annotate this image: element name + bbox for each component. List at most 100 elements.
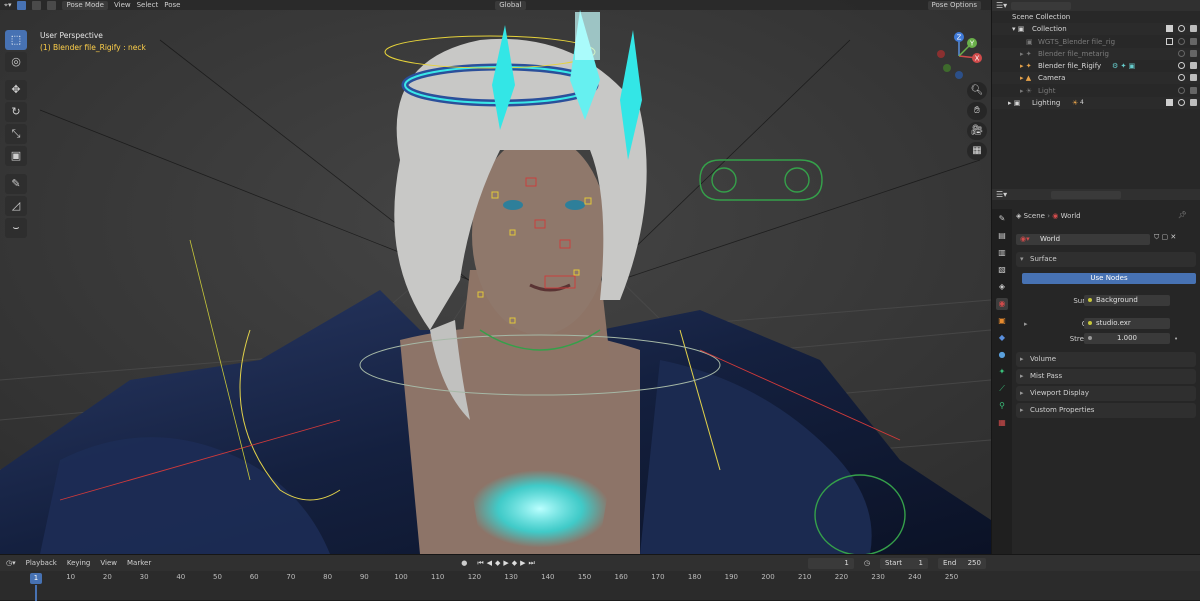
outliner-editor-icon[interactable]: ☰▾ bbox=[996, 1, 1007, 10]
menu-marker[interactable]: Marker bbox=[127, 559, 151, 567]
strength-field[interactable]: 1.000 bbox=[1084, 333, 1170, 344]
outliner-row-rigify[interactable]: ▸ ✦ Blender file_Rigify ⚙ ✦ ▣ bbox=[992, 60, 1200, 72]
cursor-tool-icon[interactable]: ◎ bbox=[5, 52, 27, 72]
render-camera-icon[interactable] bbox=[1190, 99, 1197, 106]
bone-tab-icon[interactable]: ⟋ bbox=[996, 383, 1008, 395]
timeline[interactable]: ◷▾ Playback Keying View Marker ● ⏮◀◆▶◆▶⏭… bbox=[0, 554, 1200, 601]
pan-hand-icon[interactable]: ✋︎ bbox=[967, 102, 987, 120]
menu-view[interactable]: View bbox=[100, 559, 117, 567]
timeline-editor-icon[interactable]: ◷▾ bbox=[6, 559, 16, 567]
timeline-ruler[interactable]: 1 10 20 30 40 50 60 70 80 90 100 110 120 130 140 150 160… bbox=[0, 573, 1200, 585]
outliner-row-metarig[interactable]: ▸ ✦ Blender file_metarig bbox=[992, 48, 1200, 60]
start-frame-field[interactable]: Start 1 bbox=[879, 557, 928, 569]
outliner-row-label: Collection bbox=[1032, 25, 1067, 33]
physics-tab-icon[interactable]: ● bbox=[996, 349, 1008, 361]
select-mode-new-icon[interactable] bbox=[17, 0, 27, 10]
render-camera-icon[interactable] bbox=[1190, 87, 1197, 94]
exclude-checkbox[interactable] bbox=[1166, 25, 1173, 32]
properties-editor-icon[interactable]: ☰▾ bbox=[996, 190, 1007, 199]
menu-select[interactable]: Select bbox=[137, 1, 159, 9]
render-camera-icon[interactable] bbox=[1190, 38, 1197, 45]
move-tool-icon[interactable]: ✥ bbox=[5, 80, 27, 100]
3d-viewport[interactable] bbox=[0, 0, 991, 554]
custom-properties-panel-header[interactable]: Custom Properties bbox=[1016, 403, 1196, 418]
output-tab-icon[interactable]: ▥ bbox=[996, 247, 1008, 259]
viewport-display-panel-header[interactable]: Viewport Display bbox=[1016, 386, 1196, 401]
eye-icon[interactable] bbox=[1178, 62, 1185, 69]
menu-view[interactable]: View bbox=[114, 1, 131, 9]
eye-icon[interactable] bbox=[1178, 50, 1185, 57]
pin-icon[interactable]: 📌︎ bbox=[1178, 211, 1187, 219]
clock-icon[interactable]: ◷ bbox=[864, 559, 870, 567]
eye-icon[interactable] bbox=[1178, 38, 1185, 45]
bone-constraint-tab-icon[interactable]: ⚲ bbox=[996, 400, 1008, 412]
current-frame-field[interactable]: 1 bbox=[807, 557, 854, 569]
record-icon[interactable]: ● bbox=[461, 559, 467, 567]
scene-tab-icon[interactable]: ◈ bbox=[996, 281, 1008, 293]
scale-tool-icon[interactable]: ⤡ bbox=[5, 124, 27, 144]
eye-icon[interactable] bbox=[1178, 87, 1185, 94]
outliner-search-input[interactable] bbox=[1011, 1, 1072, 10]
tool-tab-icon[interactable]: ✎ bbox=[996, 213, 1008, 225]
playhead-line[interactable] bbox=[35, 585, 37, 601]
menu-pose[interactable]: Pose bbox=[164, 1, 180, 9]
object-tab-icon[interactable]: ▣ bbox=[996, 315, 1008, 327]
world-tab-icon[interactable]: ◉ bbox=[996, 298, 1008, 310]
keyframe-dot-icon[interactable]: • bbox=[1174, 335, 1178, 343]
surface-shader-field[interactable]: Background bbox=[1084, 295, 1170, 306]
render-tab-icon[interactable]: ▤ bbox=[996, 230, 1008, 242]
eye-icon[interactable] bbox=[1178, 99, 1185, 106]
measure-tool-icon[interactable]: ◿ bbox=[5, 196, 27, 216]
properties-body: ◈ Scene › ◉ World 📌︎ ◉▾ World ⛉ ▢ ✕ Surf… bbox=[1012, 189, 1200, 554]
select-mode-extend-icon[interactable] bbox=[32, 0, 42, 10]
transform-orientation-dropdown[interactable]: Global bbox=[495, 0, 526, 10]
pose-options-button[interactable]: Pose Options bbox=[927, 0, 981, 10]
annotate-tool-icon[interactable]: ✎ bbox=[5, 174, 27, 194]
render-camera-icon[interactable] bbox=[1190, 62, 1197, 69]
select-mode-subtract-icon[interactable] bbox=[47, 0, 57, 10]
menu-playback[interactable]: Playback bbox=[26, 559, 57, 567]
end-frame-field[interactable]: End 250 bbox=[937, 557, 986, 569]
rotate-tool-icon[interactable]: ↻ bbox=[5, 102, 27, 122]
color-texture-field[interactable]: studio.exr bbox=[1084, 318, 1170, 329]
texture-tab-icon[interactable]: ▦ bbox=[996, 417, 1008, 429]
exclude-checkbox[interactable] bbox=[1166, 38, 1173, 45]
render-camera-icon[interactable] bbox=[1190, 25, 1197, 32]
camera-view-icon[interactable]: 🎥︎ bbox=[967, 122, 987, 140]
volume-panel-header[interactable]: Volume bbox=[1016, 352, 1196, 367]
outliner-row-wgts[interactable]: ▣ WGTS_Blender file_rig bbox=[992, 36, 1200, 48]
outliner-row-light[interactable]: ▸ ☀ Light bbox=[992, 85, 1200, 97]
mist-pass-panel-header[interactable]: Mist Pass bbox=[1016, 369, 1196, 384]
select-box-tool-icon[interactable]: ⬚ bbox=[5, 30, 27, 50]
world-datablock-field[interactable]: ◉▾ World bbox=[1016, 234, 1150, 245]
outliner-row-camera[interactable]: ▸ ▲ Camera bbox=[992, 72, 1200, 84]
use-nodes-button[interactable]: Use Nodes bbox=[1022, 273, 1196, 284]
outliner-row-scene-collection[interactable]: Scene Collection bbox=[992, 11, 1200, 23]
object-data-tab-icon[interactable]: ✦ bbox=[996, 366, 1008, 378]
relax-pose-tool-icon[interactable]: ⌣ bbox=[5, 218, 27, 238]
exclude-checkbox[interactable] bbox=[1166, 99, 1173, 106]
transform-tool-icon[interactable]: ▣ bbox=[5, 146, 27, 166]
outliner-row-lighting[interactable]: ▸ ▣ Lighting ☀ 4 bbox=[992, 97, 1200, 109]
perspective-toggle-icon[interactable]: ▦ bbox=[967, 142, 987, 160]
editor-type-icon[interactable]: ⌖▾ bbox=[4, 1, 11, 10]
datablock-actions[interactable]: ⛉ ▢ ✕ bbox=[1154, 233, 1176, 242]
render-camera-icon[interactable] bbox=[1190, 50, 1197, 57]
navigation-gizmo[interactable]: Z X Y bbox=[933, 30, 985, 82]
current-frame-marker[interactable]: 1 bbox=[30, 573, 42, 584]
outliner-row-collection[interactable]: ▾ ▣ Collection bbox=[992, 23, 1200, 35]
modifier-tab-icon[interactable]: ◆ bbox=[996, 332, 1008, 344]
modifier-icons: ⚙ ✦ ▣ bbox=[1112, 62, 1136, 70]
mode-selector[interactable]: Pose Mode bbox=[62, 0, 108, 10]
perspective-label: User Perspective bbox=[40, 31, 103, 40]
ruler-tick-label: 30 bbox=[139, 573, 149, 581]
view-layer-tab-icon[interactable]: ▧ bbox=[996, 264, 1008, 276]
eye-icon[interactable] bbox=[1178, 74, 1185, 81]
surface-panel-header[interactable]: Surface bbox=[1016, 252, 1196, 267]
eye-icon[interactable] bbox=[1178, 25, 1185, 32]
playback-controls[interactable]: ⏮◀◆▶◆▶⏭ bbox=[477, 559, 538, 568]
menu-keying[interactable]: Keying bbox=[67, 559, 91, 567]
render-camera-icon[interactable] bbox=[1190, 74, 1197, 81]
zoom-icon[interactable]: 🔍︎ bbox=[967, 82, 987, 100]
expand-color-icon[interactable]: ▸ bbox=[1024, 320, 1028, 328]
